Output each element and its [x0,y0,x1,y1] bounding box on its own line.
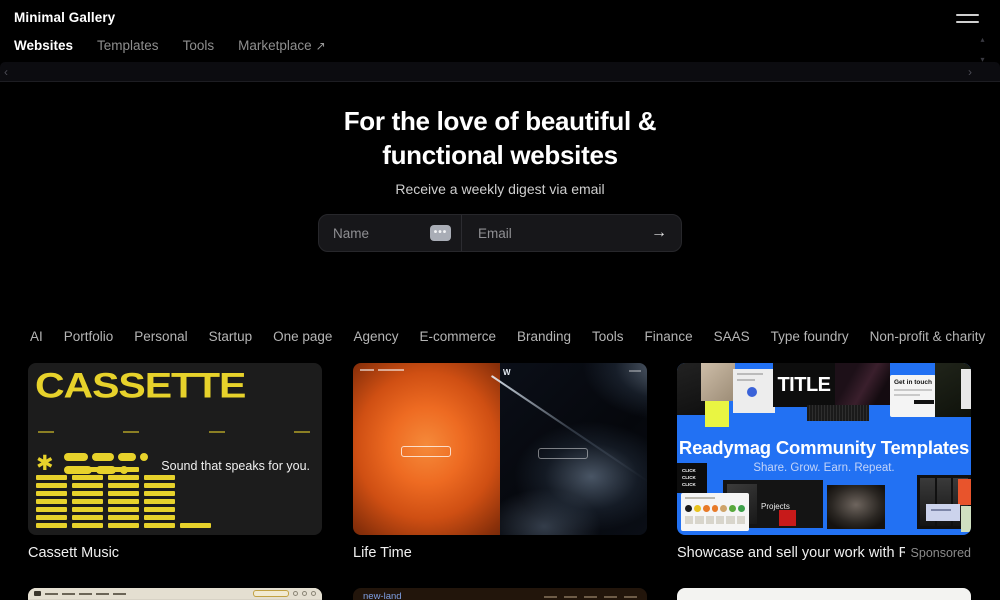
category-filters: AI Portfolio Personal Startup One page A… [30,329,1000,347]
filter-saas[interactable]: SAAS [714,329,750,347]
website-card-lifetime[interactable]: W [353,363,647,535]
website-card-partial-2[interactable]: new-land [353,588,647,600]
collage-thumb [961,369,971,409]
website-card-cassette[interactable]: CASSETTE ✱ Sound that speaks for you. [28,363,322,535]
name-placeholder: Name [333,226,430,241]
collage-thumb [701,363,735,401]
chevron-right-icon[interactable]: › [968,65,972,79]
lifetime-logo-mark: W [503,368,511,377]
website-card-partial-3[interactable] [677,588,971,600]
collage-title-thumb: TITLE [773,363,835,407]
filter-tools[interactable]: Tools [592,329,624,347]
lifetime-cta-pill [538,448,588,459]
external-link-icon: ↗ [316,39,326,53]
scroll-up-icon[interactable]: ▴ [980,36,984,44]
hero-heading-line1: For the love of beautiful & [0,104,1000,138]
collage-swatch-thumb [681,493,749,531]
nav-websites[interactable]: Websites [14,38,73,53]
filter-startup[interactable]: Startup [209,329,253,347]
equalizer [36,467,211,528]
banner-strip[interactable]: ‹ › [0,62,1000,82]
lifetime-light-streak [491,375,647,483]
filter-nonprofit[interactable]: Non-profit & charity [870,329,986,347]
filter-finance[interactable]: Finance [645,329,693,347]
filter-agency[interactable]: Agency [353,329,398,347]
collage-click-thumb: CLICK CLICK CLICK [677,463,707,493]
nav-tools[interactable]: Tools [183,38,215,53]
cassette-headline: CASSETTE [35,367,245,407]
filter-personal[interactable]: Personal [134,329,187,347]
nav-marketplace[interactable]: Marketplace↗ [238,38,326,53]
card-title-lifetime[interactable]: Life Time [353,545,647,565]
collage-get-in-touch-thumb: Get in touch [890,375,936,417]
filter-ai[interactable]: AI [30,329,43,347]
readymag-banner-subtitle: Share. Grow. Earn. Repeat. [677,462,971,474]
collage-thumb [827,485,885,529]
partial-card-nav [544,596,637,598]
hamburger-bar [956,21,979,23]
collage-thumb [926,504,960,521]
readymag-card-title[interactable]: Showcase and sell your work with Re [677,545,905,561]
name-field[interactable]: Name ••• [319,215,461,251]
lifetime-dark-panel: W [500,363,647,535]
collage-thumb [733,369,775,413]
collage-thumb [958,479,971,505]
newland-logo: new-land [363,591,402,600]
swatch-dots [685,505,745,512]
page: Minimal Gallery Websites Templates Tools… [0,0,1000,600]
filter-ecommerce[interactable]: E-commerce [419,329,496,347]
filter-one-page[interactable]: One page [273,329,332,347]
brand-logo[interactable]: Minimal Gallery [14,10,115,25]
hero-heading-line2: functional websites [0,138,1000,172]
filter-type-foundry[interactable]: Type foundry [771,329,849,347]
nav-templates[interactable]: Templates [97,38,159,53]
hero-heading: For the love of beautiful & functional w… [0,104,1000,172]
lifetime-cta-pill [401,446,451,457]
partial-card-button [253,590,289,597]
collage-thumb [705,401,729,427]
card-title-cassette[interactable]: Cassett Music [28,545,322,565]
hamburger-bar [956,14,979,16]
lifetime-orange-panel [353,363,500,535]
hero-subtitle: Receive a weekly digest via email [0,181,1000,197]
partial-card-browser-bar [28,588,322,599]
readymag-banner-title: Readymag Community Templates [677,437,971,459]
submit-arrow-icon[interactable]: → [651,224,667,242]
chevron-left-icon[interactable]: ‹ [4,65,8,79]
page-scrollbar[interactable]: ▴ ▾ [978,36,987,64]
website-card-partial-1[interactable] [28,588,322,600]
sponsored-badge: Sponsored [911,546,971,560]
card-title-readymag: Showcase and sell your work with Re Spon… [677,545,971,565]
lifetime-right-mark [629,370,641,372]
email-field[interactable]: Email → [462,215,681,251]
subscribe-form: Name ••• Email → [318,214,682,252]
collage-thumb [835,363,890,405]
main-nav: Websites Templates Tools Marketplace↗ [14,38,326,53]
hamburger-menu-icon[interactable] [956,13,979,25]
filter-portfolio[interactable]: Portfolio [64,329,114,347]
autofill-icon[interactable]: ••• [430,225,451,241]
email-placeholder: Email [478,226,651,241]
website-card-readymag[interactable]: TITLE Get in touch Readymag Community Te… [677,363,971,535]
cassette-tiny-marks [38,431,310,433]
lifetime-top-marks [360,369,404,371]
filter-branding[interactable]: Branding [517,329,571,347]
collage-thumb [807,405,869,421]
collage-thumb [961,506,971,532]
